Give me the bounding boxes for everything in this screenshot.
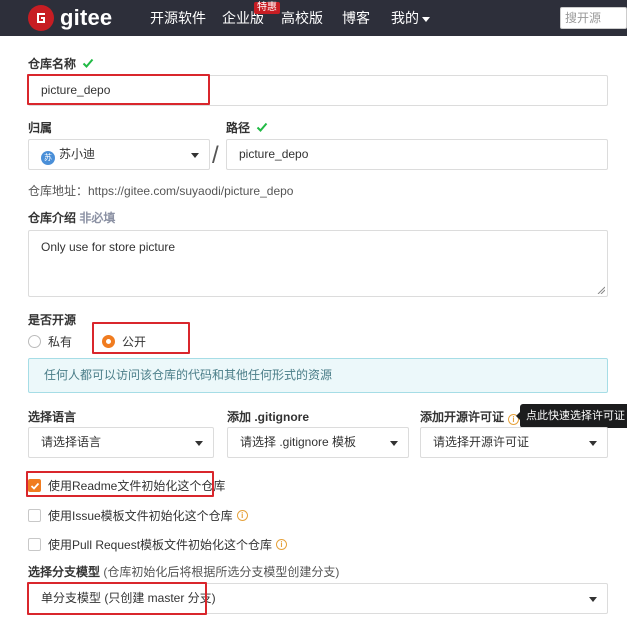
nav-link-education[interactable]: 高校版 bbox=[281, 10, 323, 26]
resize-handle-icon[interactable] bbox=[597, 286, 605, 294]
highlight-box bbox=[92, 322, 190, 354]
info-icon[interactable]: i bbox=[236, 510, 248, 521]
path-label: 路径 bbox=[226, 121, 268, 135]
gitignore-select[interactable]: 请选择 .gitignore 模板 bbox=[227, 427, 409, 458]
init-issue-label: 使用Issue模板文件初始化这个仓库 bbox=[48, 509, 233, 523]
repo-url-text: 仓库地址：https://gitee.com/suyaodi/picture_d… bbox=[28, 184, 294, 198]
path-input[interactable]: picture_depo bbox=[226, 139, 608, 170]
license-label: 添加开源许可证 i bbox=[420, 410, 520, 425]
highlight-box bbox=[27, 74, 210, 105]
nav-link-blog[interactable]: 博客 bbox=[342, 10, 370, 26]
checkbox bbox=[28, 509, 41, 522]
chevron-down-icon bbox=[589, 597, 597, 602]
branch-model-label-text: 选择分支模型 bbox=[28, 565, 101, 579]
info-icon[interactable]: i bbox=[276, 539, 288, 550]
chevron-down-icon bbox=[390, 441, 398, 446]
repo-name-label-text: 仓库名称 bbox=[28, 57, 77, 71]
path-separator: / bbox=[212, 142, 219, 169]
path-label-text: 路径 bbox=[226, 121, 251, 135]
search-input[interactable]: 搜开源 bbox=[560, 7, 627, 29]
nav-link-mine[interactable]: 我的 bbox=[391, 10, 430, 26]
intro-label-text: 仓库介绍 bbox=[28, 211, 77, 225]
open-source-label: 是否开源 bbox=[28, 313, 77, 327]
license-placeholder: 请选择开源许可证 bbox=[433, 435, 530, 449]
license-label-text: 添加开源许可证 bbox=[420, 410, 505, 424]
repo-name-label: 仓库名称 bbox=[28, 57, 94, 71]
check-icon bbox=[82, 58, 94, 68]
init-pr-label: 使用Pull Request模板文件初始化这个仓库 bbox=[48, 538, 273, 552]
optional-tag: 非必填 bbox=[79, 211, 116, 225]
language-placeholder: 请选择语言 bbox=[41, 435, 102, 449]
chevron-down-icon bbox=[195, 441, 203, 446]
owner-label: 归属 bbox=[28, 121, 53, 135]
radio-private-label: 私有 bbox=[48, 335, 73, 349]
chevron-down-icon bbox=[589, 441, 597, 446]
radio-circle bbox=[28, 335, 41, 348]
checkbox bbox=[28, 538, 41, 551]
gitee-logo-icon bbox=[28, 5, 54, 31]
branch-model-label: 选择分支模型 (仓库初始化后将根据所选分支模型创建分支) bbox=[28, 565, 339, 579]
highlight-box bbox=[27, 582, 207, 615]
check-icon bbox=[256, 122, 268, 132]
license-tooltip: 点此快速选择许可证 bbox=[516, 404, 627, 428]
init-issue-checkbox[interactable]: 使用Issue模板文件初始化这个仓库 i bbox=[28, 507, 248, 524]
nav-link-open-source[interactable]: 开源软件 bbox=[150, 10, 206, 26]
license-select[interactable]: 请选择开源许可证 bbox=[420, 427, 608, 458]
avatar: 苏 bbox=[41, 151, 55, 165]
chevron-down-icon bbox=[191, 153, 199, 158]
chevron-down-icon bbox=[422, 16, 430, 22]
gitee-logo[interactable]: gitee bbox=[28, 5, 112, 31]
gitignore-label: 添加 .gitignore bbox=[227, 410, 309, 424]
intro-label: 仓库介绍 非必填 bbox=[28, 211, 115, 225]
owner-value: 苏小迪 bbox=[59, 147, 96, 161]
highlight-box bbox=[26, 471, 214, 497]
language-label: 选择语言 bbox=[28, 410, 77, 424]
logo-text: gitee bbox=[60, 5, 113, 30]
radio-private[interactable]: 私有 bbox=[28, 333, 72, 350]
intro-textarea[interactable]: Only use for store picture bbox=[28, 230, 608, 297]
owner-select[interactable]: 苏苏小迪 bbox=[28, 139, 210, 170]
nav-link-mine-label: 我的 bbox=[391, 10, 419, 26]
gitignore-placeholder: 请选择 .gitignore 模板 bbox=[240, 435, 357, 449]
intro-value: Only use for store picture bbox=[41, 240, 176, 254]
visibility-info-message: 任何人都可以访问该仓库的代码和其他任何形式的资源 bbox=[28, 358, 608, 393]
branch-model-hint: (仓库初始化后将根据所选分支模型创建分支) bbox=[103, 565, 340, 579]
language-select[interactable]: 请选择语言 bbox=[28, 427, 214, 458]
init-pr-checkbox[interactable]: 使用Pull Request模板文件初始化这个仓库 i bbox=[28, 536, 288, 553]
promo-badge: 特惠 bbox=[254, 2, 280, 14]
top-navbar: gitee 开源软件 企业版 特惠 高校版 博客 我的 搜开源 bbox=[0, 0, 627, 36]
